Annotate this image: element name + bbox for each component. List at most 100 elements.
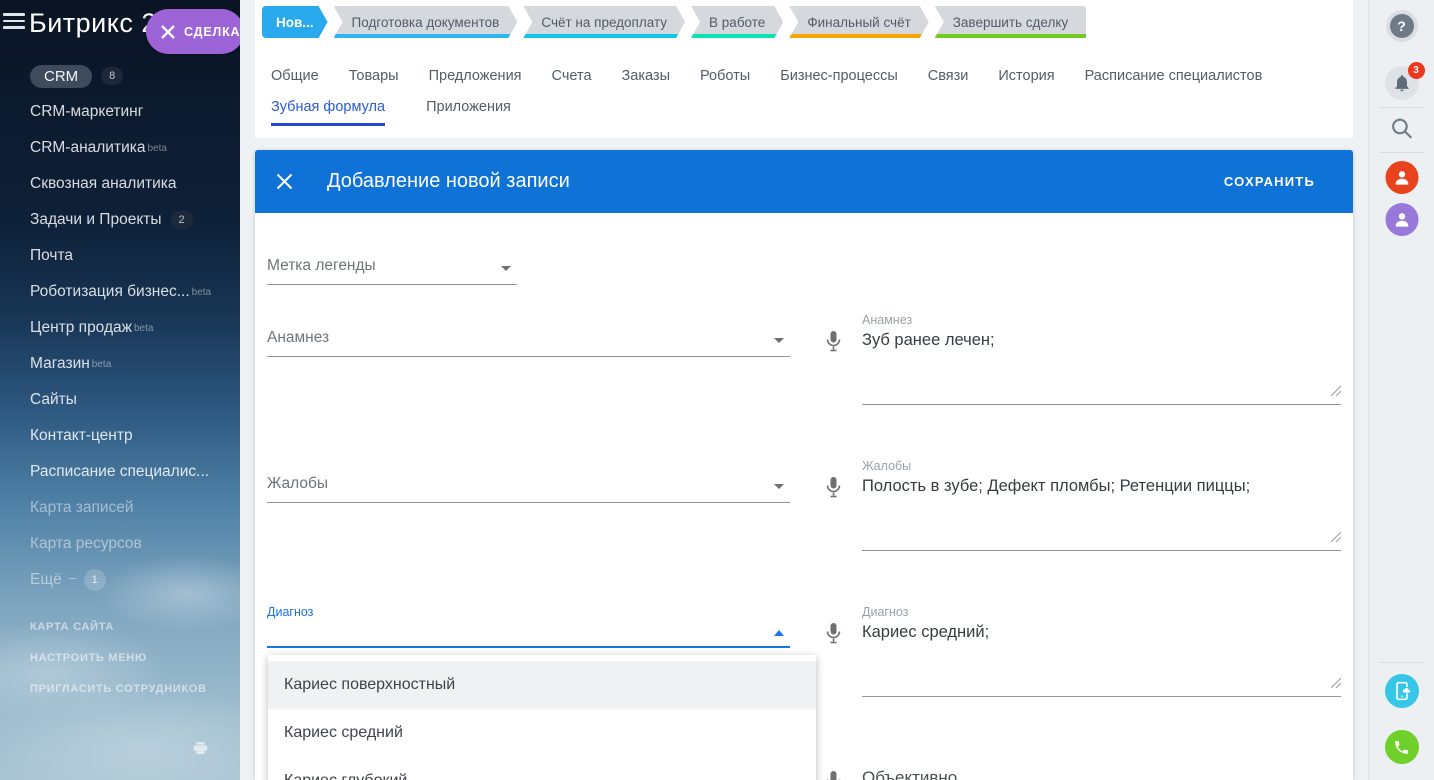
stage-new[interactable]: Нов...: [262, 6, 328, 38]
tab-products[interactable]: Товары: [349, 68, 399, 92]
sidebar-item-mail[interactable]: Почта: [0, 238, 240, 274]
sitemap-link[interactable]: КАРТА САЙТА: [30, 621, 207, 633]
sidebar-item-crm-marketing[interactable]: CRM-маркетинг: [0, 94, 240, 130]
telephony-button[interactable]: [1385, 730, 1419, 764]
sidebar-footer-links: КАРТА САЙТА НАСТРОИТЬ МЕНЮ ПРИГЛАСИТЬ СО…: [30, 621, 207, 714]
avatar[interactable]: [1385, 161, 1418, 194]
stage-final-invoice[interactable]: Финальный счёт: [789, 6, 928, 38]
diagnosis-select[interactable]: [267, 619, 790, 648]
complaints-textarea-label: Жалобы: [862, 459, 1341, 473]
resize-handle-icon[interactable]: [1331, 675, 1341, 693]
hamburger-menu-icon[interactable]: [3, 13, 25, 33]
deal-tabs-row2: Зубная формула Приложения: [271, 99, 511, 126]
tab-quotes[interactable]: Предложения: [429, 68, 522, 92]
sidebar-item-crm-analytics[interactable]: CRM-аналитикаbeta: [0, 130, 240, 166]
sidebar-item-sales-center[interactable]: Центр продажbeta: [0, 310, 240, 346]
beta-tag: beta: [134, 323, 153, 334]
anamnesis-textarea-label: Анамнез: [862, 313, 1341, 327]
tab-applications[interactable]: Приложения: [426, 99, 511, 126]
stage-prepayment-invoice[interactable]: Счёт на предоплату: [523, 6, 685, 38]
person-icon: [1392, 210, 1411, 229]
tab-business-processes[interactable]: Бизнес-процессы: [780, 68, 898, 92]
help-button[interactable]: ?: [1386, 10, 1418, 42]
diagnosis-textarea-label: Диагноз: [862, 605, 1341, 619]
complaints-select[interactable]: Жалобы: [267, 468, 790, 503]
close-icon[interactable]: [161, 25, 175, 39]
tab-history[interactable]: История: [998, 68, 1054, 92]
add-record-modal: Добавление новой записи СОХРАНИТЬ Метка …: [255, 150, 1353, 780]
sidebar-item-specialist-schedule[interactable]: Расписание специалис...: [0, 454, 240, 490]
sidebar-item-crm[interactable]: CRM 8: [0, 58, 240, 94]
mobile-app-button[interactable]: [1385, 674, 1419, 708]
sidebar-item-more[interactable]: Ещё 1: [0, 562, 240, 598]
sidebar-item-sites[interactable]: Сайты: [0, 382, 240, 418]
anamnesis-textarea[interactable]: Анамнез Зуб ранее лечен;: [862, 313, 1341, 405]
tab-specialist-schedule[interactable]: Расписание специалистов: [1085, 68, 1263, 92]
chevron-up-icon: [774, 630, 784, 636]
more-counter-badge: 1: [84, 569, 106, 591]
microphone-icon[interactable]: [825, 770, 845, 780]
anamnesis-select[interactable]: Анамнез: [267, 322, 790, 357]
avatar[interactable]: [1385, 203, 1418, 236]
sidebar-item-contact-center[interactable]: Контакт-центр: [0, 418, 240, 454]
modal-body: Метка легенды Анамнез Жалобы Диагноз Кар…: [255, 213, 1353, 780]
microphone-icon[interactable]: [825, 330, 845, 358]
complaints-textarea[interactable]: Жалобы Полость в зубе; Дефект пломбы; Ре…: [862, 459, 1341, 551]
invite-employees-link[interactable]: ПРИГЛАСИТЬ СОТРУДНИКОВ: [30, 683, 207, 695]
deal-tabs-row1: Общие Товары Предложения Счета Заказы Ро…: [271, 68, 1262, 92]
crm-counter-badge: 8: [101, 67, 123, 85]
sidebar-item-records-map[interactable]: Карта записей: [0, 490, 240, 526]
objective-field-label: Объективно: [862, 768, 957, 780]
more-dash-icon: [69, 578, 76, 580]
complaints-textarea-value: Полость в зубе; Дефект пломбы; Ретенции …: [862, 477, 1341, 496]
person-icon: [1392, 168, 1411, 187]
notifications-button[interactable]: 3: [1385, 66, 1419, 100]
bitrix24-logo[interactable]: Битрикс 2: [29, 8, 157, 39]
chevron-down-icon: [501, 266, 511, 271]
diagnosis-textarea[interactable]: Диагноз Кариес средний;: [862, 605, 1341, 697]
sidebar-item-tasks-projects[interactable]: Задачи и Проекты 2: [0, 202, 240, 238]
tab-robots[interactable]: Роботы: [700, 68, 750, 92]
sidebar-item-end-to-end-analytics[interactable]: Сквозная аналитика: [0, 166, 240, 202]
tab-relations[interactable]: Связи: [928, 68, 969, 92]
resize-handle-icon[interactable]: [1331, 383, 1341, 401]
dropdown-option-caries-medium[interactable]: Кариес средний: [268, 709, 816, 757]
stage-document-preparation[interactable]: Подготовка документов: [334, 6, 518, 38]
chevron-down-icon: [774, 484, 784, 489]
question-mark-icon: ?: [1390, 14, 1414, 38]
close-icon[interactable]: [276, 173, 293, 195]
diagnosis-textarea-value: Кариес средний;: [862, 623, 1341, 642]
deal-slider-chip[interactable]: СДЕЛКА: [146, 9, 240, 54]
printer-icon[interactable]: [192, 740, 209, 761]
sidebar-item-rpa[interactable]: Роботизация бизнес...beta: [0, 274, 240, 310]
save-button[interactable]: СОХРАНИТЬ: [1224, 174, 1315, 189]
dropdown-option-caries-superficial[interactable]: Кариес поверхностный: [268, 661, 816, 709]
search-button[interactable]: [1389, 116, 1414, 146]
deal-chip-label: СДЕЛКА: [184, 25, 240, 39]
phone-icon: [1393, 739, 1410, 756]
right-icon-rail: ? 3: [1368, 0, 1434, 780]
tab-dental-chart[interactable]: Зубная формула: [271, 99, 385, 126]
bell-icon: [1392, 73, 1412, 93]
tab-invoices[interactable]: Счета: [552, 68, 592, 92]
mobile-device-icon: [1392, 681, 1412, 701]
resize-handle-icon[interactable]: [1331, 529, 1341, 547]
configure-menu-link[interactable]: НАСТРОИТЬ МЕНЮ: [30, 652, 207, 664]
tab-orders[interactable]: Заказы: [622, 68, 670, 92]
deal-header-card: Нов... Подготовка документов Счёт на пре…: [255, 0, 1353, 138]
modal-title: Добавление новой записи: [327, 170, 570, 193]
sidebar-item-resources-map[interactable]: Карта ресурсов: [0, 526, 240, 562]
microphone-icon[interactable]: [825, 622, 845, 650]
dropdown-option-caries-deep[interactable]: Кариес глубокий: [268, 757, 816, 780]
sidebar-item-store[interactable]: Магазинbeta: [0, 346, 240, 382]
sidebar: Битрикс 2 СДЕЛКА CRM 8 CRM-маркетинг CRM…: [0, 0, 240, 780]
legend-label-select[interactable]: Метка легенды: [267, 250, 517, 285]
tasks-counter-badge: 2: [171, 211, 193, 229]
tab-general[interactable]: Общие: [271, 68, 319, 92]
stage-in-progress[interactable]: В работе: [691, 6, 783, 38]
microphone-icon[interactable]: [825, 476, 845, 504]
diagnosis-dropdown: Кариес поверхностный Кариес средний Кари…: [268, 655, 816, 780]
stage-close-deal[interactable]: Завершить сделку: [935, 6, 1086, 38]
beta-tag: beta: [92, 359, 111, 370]
rail-divider: [1380, 152, 1424, 153]
